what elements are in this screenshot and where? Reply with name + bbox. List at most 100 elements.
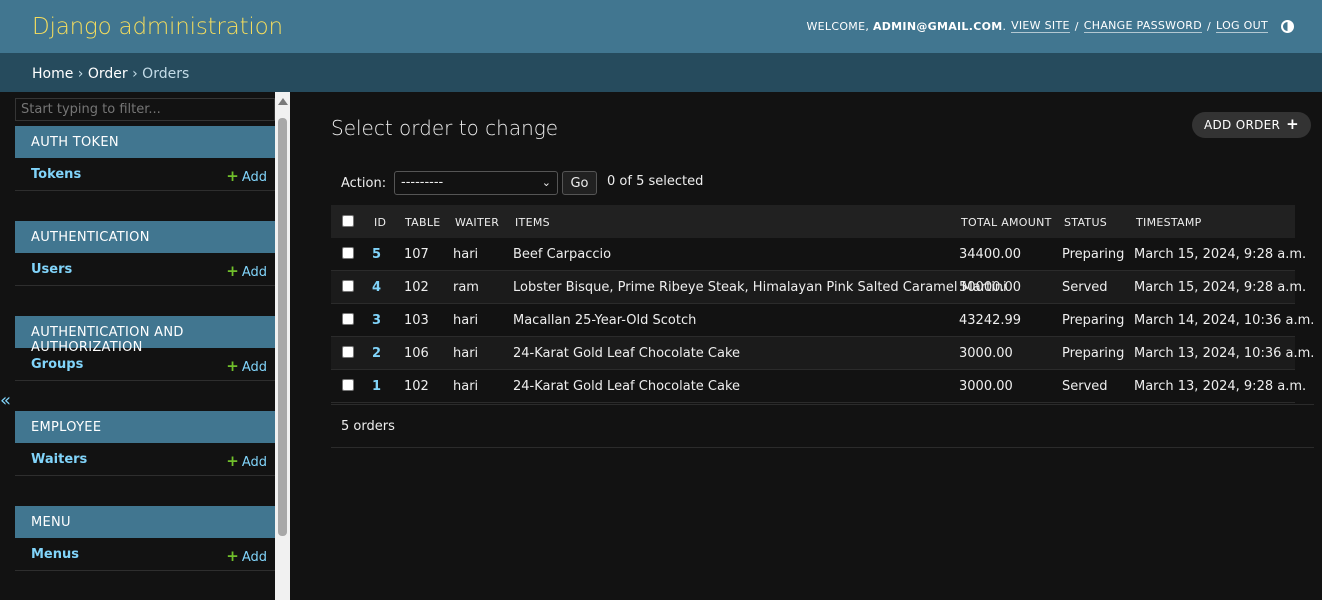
add-menus-link[interactable]: + Add — [226, 547, 267, 565]
sidebar-item-users[interactable]: Users — [31, 262, 72, 277]
row-id-link[interactable]: 1 — [372, 379, 381, 394]
cell-timestamp: March 13, 2024, 10:36 a.m. — [1134, 346, 1315, 361]
plus-icon: + — [226, 547, 239, 565]
cell-waiter: hari — [453, 346, 479, 361]
row-id-link[interactable]: 3 — [372, 313, 381, 328]
cell-waiter: hari — [453, 379, 479, 394]
cell-waiter: hari — [453, 247, 479, 262]
cell-table: 106 — [404, 346, 429, 361]
module-caption[interactable]: AUTHENTICATION AND AUTHORIZATION — [15, 316, 275, 355]
view-site-link[interactable]: VIEW SITE — [1011, 19, 1070, 33]
column-header-table[interactable]: TABLE — [405, 216, 441, 229]
breadcrumb-separator: › — [132, 66, 138, 82]
action-label: Action: — [341, 176, 387, 191]
module-auth-and-authorization: AUTHENTICATION AND AUTHORIZATION Groups … — [15, 316, 275, 381]
toggle-sidebar-icon[interactable]: « — [0, 390, 11, 411]
cell-total-amount: 50000.00 — [959, 280, 1022, 295]
welcome-text: WELCOME, — [806, 19, 870, 33]
column-header-status[interactable]: STATUS — [1064, 216, 1107, 229]
sidebar-scrollbar[interactable] — [275, 92, 290, 600]
go-button[interactable]: Go — [562, 171, 597, 195]
row-checkbox[interactable] — [342, 247, 354, 259]
plus-icon: + — [226, 167, 239, 185]
add-waiters-link[interactable]: + Add — [226, 452, 267, 470]
sidebar-item-menus[interactable]: Menus — [31, 547, 79, 562]
add-users-link[interactable]: + Add — [226, 262, 267, 280]
module-employee: EMPLOYEE Waiters + Add — [15, 411, 275, 476]
sidebar-filter-input[interactable] — [15, 98, 275, 121]
breadcrumb-order[interactable]: Order — [88, 66, 128, 82]
row-checkbox[interactable] — [342, 379, 354, 391]
cell-status: Served — [1062, 280, 1108, 295]
column-header-waiter[interactable]: WAITER — [455, 216, 499, 229]
column-header-items[interactable]: ITEMS — [515, 216, 550, 229]
module-authentication: AUTHENTICATION Users + Add — [15, 221, 275, 286]
user-tools: WELCOME, ADMIN@GMAIL.COM. VIEW SITE / CHA… — [806, 19, 1294, 33]
plus-icon: + — [226, 357, 239, 375]
table-row: 5 107 hari Beef Carpaccio 34400.00 Prepa… — [331, 238, 1306, 271]
action-select[interactable]: --------- ⌄ — [394, 171, 558, 195]
column-header-timestamp[interactable]: TIMESTAMP — [1136, 216, 1202, 229]
row-checkbox[interactable] — [342, 346, 354, 358]
row-id-link[interactable]: 2 — [372, 346, 381, 361]
row-checkbox[interactable] — [342, 313, 354, 325]
scroll-up-arrow-icon[interactable] — [278, 98, 288, 105]
module-caption[interactable]: AUTH TOKEN — [15, 126, 275, 158]
cell-timestamp: March 15, 2024, 9:28 a.m. — [1134, 280, 1307, 295]
scrollbar-thumb[interactable] — [278, 118, 287, 536]
plus-icon: + — [226, 452, 239, 470]
log-out-link[interactable]: LOG OUT — [1216, 19, 1268, 33]
module-caption[interactable]: MENU — [15, 506, 275, 538]
sidebar-item-tokens[interactable]: Tokens — [31, 167, 81, 182]
module-caption[interactable]: AUTHENTICATION — [15, 221, 275, 253]
module-auth-token: AUTH TOKEN Tokens + Add — [15, 126, 275, 191]
cell-total-amount: 43242.99 — [959, 313, 1022, 328]
cell-total-amount: 34400.00 — [959, 247, 1022, 262]
chevron-down-icon: ⌄ — [541, 176, 551, 189]
row-id-link[interactable]: 5 — [372, 247, 381, 262]
table-row: 1 102 hari 24-Karat Gold Leaf Chocolate … — [331, 370, 1306, 403]
module-menu: MENU Menus + Add — [15, 506, 275, 571]
header: Django administration WELCOME, ADMIN@GMA… — [0, 0, 1322, 53]
username: ADMIN@GMAIL.COM — [872, 19, 1003, 33]
cell-timestamp: March 15, 2024, 9:28 a.m. — [1134, 247, 1307, 262]
plus-icon: + — [226, 262, 239, 280]
module-caption[interactable]: EMPLOYEE — [15, 411, 275, 443]
table-row: 3 103 hari Macallan 25-Year-Old Scotch 4… — [331, 304, 1314, 337]
theme-toggle-icon[interactable] — [1281, 19, 1294, 33]
cell-status: Preparing — [1062, 313, 1125, 328]
nav-sidebar: AUTH TOKEN Tokens +Add AUTHENTICATION Us… — [15, 92, 275, 600]
table-row: 4 102 ram Lobster Bisque, Prime Ribeye S… — [331, 271, 1306, 304]
sidebar-item-waiters[interactable]: Waiters — [31, 452, 87, 467]
breadcrumb-current: Orders — [142, 66, 190, 82]
model-row: Menus + Add — [15, 538, 275, 571]
add-order-button[interactable]: ADD ORDER + — [1192, 112, 1312, 138]
selection-counter: 0 of 5 selected — [607, 174, 704, 189]
cell-items: 24-Karat Gold Leaf Chocolate Cake — [513, 346, 741, 361]
row-checkbox[interactable] — [342, 280, 354, 292]
model-row: Waiters + Add — [15, 443, 275, 476]
site-branding[interactable]: Django administration — [32, 14, 283, 40]
breadcrumb: Home › Order › Orders — [0, 53, 1322, 92]
cell-table: 102 — [404, 379, 429, 394]
change-password-link[interactable]: CHANGE PASSWORD — [1083, 19, 1203, 33]
cell-items: Lobster Bisque, Prime Ribeye Steak, Hima… — [513, 280, 1007, 295]
sidebar-item-groups[interactable]: Groups — [31, 357, 83, 372]
add-groups-link[interactable]: + Add — [226, 357, 267, 375]
result-list-table: ID TABLE WAITER ITEMS TOTAL AMOUNT STATU… — [331, 205, 1314, 403]
cell-table: 107 — [404, 247, 429, 262]
column-header-id[interactable]: ID — [374, 216, 386, 229]
actions-bar: Action: --------- ⌄ Go 0 of 5 selected — [331, 165, 1295, 205]
cell-timestamp: March 14, 2024, 10:36 a.m. — [1134, 313, 1315, 328]
model-row: Groups + Add — [15, 348, 275, 381]
cell-timestamp: March 13, 2024, 9:28 a.m. — [1134, 379, 1307, 394]
cell-status: Served — [1062, 379, 1108, 394]
column-header-total-amount[interactable]: TOTAL AMOUNT — [961, 216, 1052, 229]
table-row: 2 106 hari 24-Karat Gold Leaf Chocolate … — [331, 337, 1314, 370]
breadcrumb-home[interactable]: Home — [32, 66, 73, 82]
model-row: Tokens + Add — [15, 158, 275, 191]
select-all-checkbox[interactable] — [342, 215, 354, 227]
add-tokens-link[interactable]: + Add — [226, 167, 267, 185]
row-id-link[interactable]: 4 — [372, 280, 381, 295]
plus-icon: + — [1286, 115, 1300, 133]
